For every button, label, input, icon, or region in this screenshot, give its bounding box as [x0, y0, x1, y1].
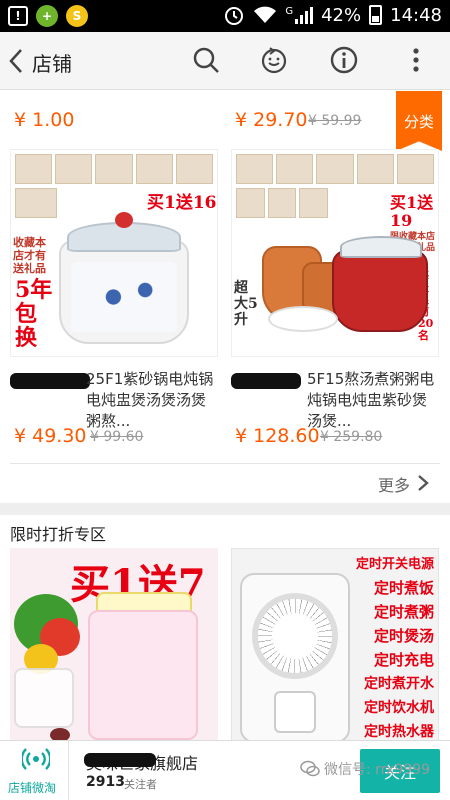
watermark: 微信号: rrx9999: [300, 759, 430, 779]
promo-note: 收藏本店才有送礼品: [13, 236, 49, 275]
original-price: ¥ 59.99: [308, 113, 362, 129]
weitao-label[interactable]: 店铺微淘: [8, 779, 56, 796]
status-bar: ! + S G 42% 14:48: [0, 0, 450, 32]
back-arrow-icon[interactable]: [4, 46, 28, 76]
warning-icon: !: [8, 6, 28, 26]
category-tag[interactable]: 分类: [396, 91, 442, 151]
wechat-icon: [300, 760, 320, 777]
clock: 14:48: [390, 4, 442, 26]
deal-label: 定时开关电源: [355, 557, 434, 572]
promo-warranty: 5年包换: [15, 277, 53, 351]
deal-label: 定时煲汤: [373, 627, 434, 645]
deal-label: 定时煮开水: [364, 676, 434, 692]
product-name[interactable]: 5F15熬汤煮粥粥电炖锅电炖盅紫砂煲汤煲...: [231, 369, 441, 432]
shop-content[interactable]: ¥ 1.00 ¥ 29.70 ¥ 59.99 分类 买1送16 收藏本店才有送礼…: [0, 91, 450, 740]
battery-icon: [369, 5, 383, 25]
watermark-text: 微信号: rrx9999: [324, 762, 430, 778]
product-price: ¥ 128.60: [235, 425, 320, 447]
shop-bottom-bar: 店铺微淘 美味世家旗舰店 2913 关注者 关注 微信号: rrx9999: [0, 740, 450, 800]
cart-icon[interactable]: [258, 44, 290, 76]
product-price: ¥ 1.00: [14, 109, 75, 131]
deal-label: 定时热水器: [364, 724, 434, 740]
steamer-image: [88, 610, 198, 740]
search-icon[interactable]: [190, 44, 222, 76]
promo-text: 买1送19: [390, 194, 438, 230]
top-price-row: ¥ 1.00 ¥ 29.70 ¥ 59.99: [0, 91, 450, 141]
page-title: 店铺: [32, 52, 72, 76]
product-name[interactable]: 25F1紫砂锅电炖锅电炖盅煲汤煲汤煲粥熬...: [10, 369, 220, 432]
more-link[interactable]: 更多: [10, 463, 440, 499]
deal-label: 定时煮饭: [373, 579, 434, 597]
product-image[interactable]: 买1送16 收藏本店才有送礼品 5年包换: [10, 149, 218, 357]
section-title: 限时打折专区: [10, 525, 107, 544]
gift-thumbnails: [236, 154, 435, 184]
promo-text: 买1送16: [147, 188, 217, 213]
chevron-right-icon: [418, 475, 429, 491]
wifi-icon: [254, 6, 277, 23]
plus-app-icon: +: [36, 5, 58, 27]
deal-image[interactable]: 定时开关电源 定时煮饭 定时煮粥 定时煲汤 定时充电 定时煮开水 定时饮水机 定…: [231, 548, 439, 740]
timer-image: [240, 573, 350, 740]
original-price: ¥ 99.60: [90, 429, 144, 445]
deal-image[interactable]: 买1送7: [10, 548, 218, 740]
network-type: G: [285, 5, 294, 17]
gift-thumbnails: [15, 154, 214, 184]
product-price: ¥ 29.70: [235, 109, 308, 131]
followers-count: 2913: [86, 774, 125, 790]
more-vert-icon[interactable]: [400, 44, 432, 76]
deal-label: 定时充电: [373, 651, 434, 669]
more-label: 更多: [377, 476, 410, 495]
alarm-icon: [225, 7, 244, 25]
signal-icon: [295, 6, 314, 24]
info-icon[interactable]: [328, 44, 360, 76]
section-divider: [0, 503, 450, 515]
app-header: 店铺: [0, 32, 450, 90]
product-price: ¥ 49.30: [14, 425, 87, 447]
promo-capacity: 超大5升: [234, 280, 258, 328]
deal-label: 定时饮水机: [364, 700, 434, 716]
deal-label: 定时煮粥: [373, 603, 434, 621]
divider: [68, 741, 69, 800]
original-price: ¥ 259.80: [320, 429, 383, 445]
redacted-brand: [84, 753, 156, 767]
followers-label: 关注者: [124, 778, 157, 791]
battery-percent: 42%: [321, 4, 362, 26]
leaf-app-icon: S: [66, 5, 88, 27]
product-image[interactable]: 买1送19 限收藏本店才有送礼品 超大5升 每天限前20名: [231, 149, 439, 357]
weitao-broadcast-icon[interactable]: [22, 747, 50, 771]
